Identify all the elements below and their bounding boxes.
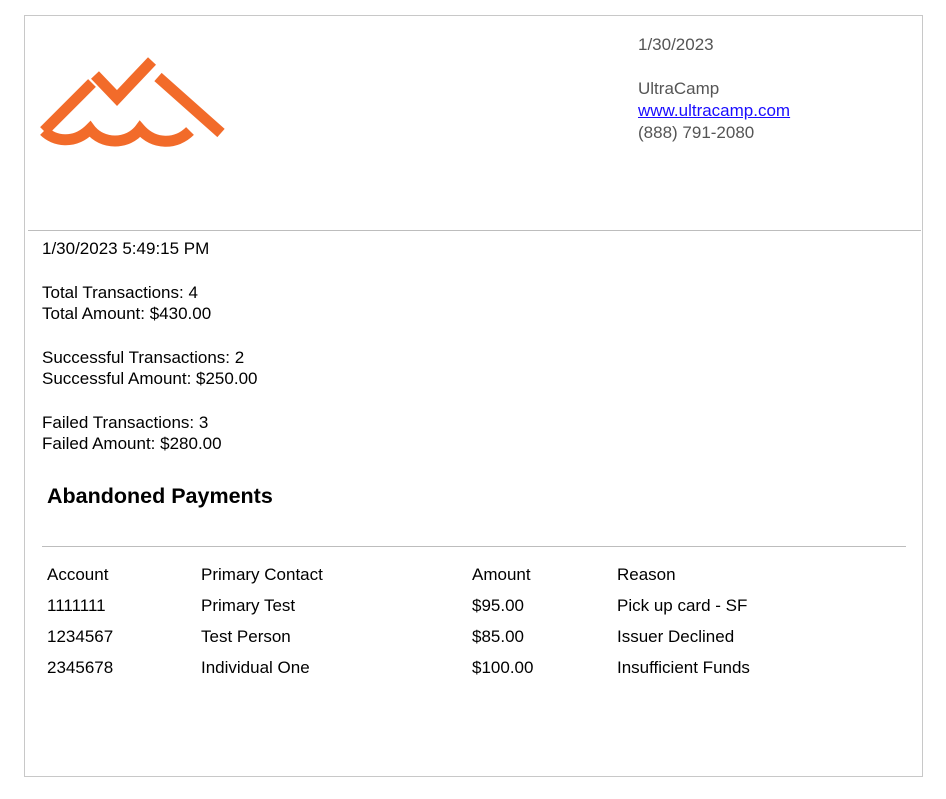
cell-primary-contact: Individual One bbox=[201, 657, 310, 677]
table-row: 1234567 Test Person $85.00 Issuer Declin… bbox=[42, 621, 917, 652]
cell-primary-contact: Test Person bbox=[201, 626, 291, 646]
cell-amount: $95.00 bbox=[472, 595, 524, 615]
company-name: UltraCamp bbox=[638, 79, 720, 98]
header-divider bbox=[28, 230, 921, 231]
company-info: 1/30/2023 UltraCamp www.ultracamp.com (8… bbox=[638, 34, 790, 144]
successful-transactions: Successful Transactions: 2 bbox=[42, 347, 245, 367]
cell-account: 2345678 bbox=[47, 657, 114, 677]
column-header-account: Account bbox=[47, 564, 109, 584]
summary-timestamp: 1/30/2023 5:49:15 PM bbox=[42, 239, 210, 258]
table-row: 2345678 Individual One $100.00 Insuffici… bbox=[42, 652, 917, 683]
company-phone: (888) 791-2080 bbox=[638, 123, 755, 142]
cell-amount: $85.00 bbox=[472, 626, 524, 646]
failed-transactions: Failed Transactions: 3 bbox=[42, 412, 209, 432]
successful-amount: Successful Amount: $250.00 bbox=[42, 369, 258, 388]
ultracamp-logo-icon bbox=[40, 57, 225, 147]
transaction-summary: 1/30/2023 5:49:15 PM Total Transactions:… bbox=[42, 238, 257, 455]
table-header-row: Account Primary Contact Amount Reason bbox=[42, 559, 917, 590]
abandoned-payments-title: Abandoned Payments bbox=[47, 484, 273, 508]
cell-account: 1234567 bbox=[47, 626, 114, 646]
total-transactions: Total Transactions: 4 bbox=[42, 282, 198, 302]
report-date: 1/30/2023 bbox=[638, 35, 714, 54]
column-header-amount: Amount bbox=[472, 564, 531, 584]
website-link[interactable]: www.ultracamp.com bbox=[638, 101, 790, 120]
abandoned-payments-table: Account Primary Contact Amount Reason 11… bbox=[42, 559, 917, 683]
cell-primary-contact: Primary Test bbox=[201, 595, 296, 615]
table-divider bbox=[42, 546, 906, 547]
cell-reason: Issuer Declined bbox=[617, 626, 735, 646]
cell-reason: Pick up card - SF bbox=[617, 595, 748, 615]
column-header-reason: Reason bbox=[617, 564, 676, 584]
cell-reason: Insufficient Funds bbox=[617, 657, 750, 677]
total-amount: Total Amount: $430.00 bbox=[42, 304, 212, 323]
cell-account: 1111111 bbox=[47, 595, 106, 615]
cell-amount: $100.00 bbox=[472, 657, 534, 677]
table-row: 1111111 Primary Test $95.00 Pick up card… bbox=[42, 590, 917, 621]
column-header-primary-contact: Primary Contact bbox=[201, 564, 323, 584]
failed-amount: Failed Amount: $280.00 bbox=[42, 434, 222, 453]
